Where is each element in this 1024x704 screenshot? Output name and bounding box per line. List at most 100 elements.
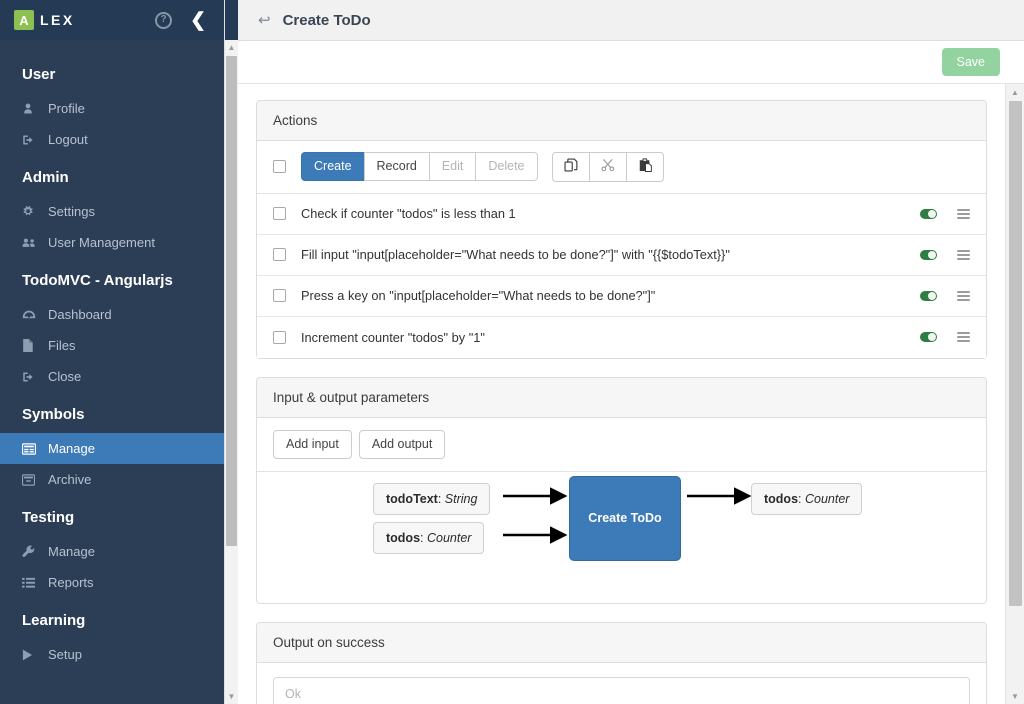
sidebar-section-header: TodoMVC - Angularjs (22, 272, 173, 289)
action-row[interactable]: Increment counter "todos" by "1" (257, 316, 986, 358)
sidebar-item-label: Settings (48, 204, 95, 219)
input-param-sep: : (437, 491, 445, 506)
create-button[interactable]: Create (301, 152, 365, 182)
sidebar-item-profile[interactable]: Profile (0, 93, 224, 124)
actions-panel: Actions Create Record Edit Delete Check if … (256, 100, 987, 359)
sidebar-item-files[interactable]: Files (0, 330, 224, 361)
play-icon (22, 649, 48, 661)
select-all-checkbox[interactable] (273, 160, 286, 174)
sidebar-section-header: Symbols (22, 406, 85, 423)
delete-button: Delete (475, 152, 538, 182)
sidebar-item-label: Profile (48, 101, 85, 116)
list-panel-icon (22, 442, 48, 455)
sidebar: A LEX ? ❮ User Profile Logout Admin Settings… (0, 0, 224, 704)
drag-handle-icon[interactable] (957, 332, 970, 343)
edit-button: Edit (428, 152, 477, 182)
sidebar-section-header: Admin (22, 169, 69, 186)
sidebar-item-label: Logout (48, 132, 88, 147)
sidebar-scrollbar[interactable]: ▲ ▼ (224, 0, 238, 704)
output-param-sep: : (798, 491, 805, 506)
scroll-up-arrow-icon[interactable]: ▲ (1006, 84, 1024, 100)
sign-out-icon (22, 134, 48, 146)
sidebar-item-label: User Management (48, 235, 155, 250)
sidebar-item-manage[interactable]: Manage (0, 433, 224, 464)
action-enabled-toggle[interactable] (920, 208, 937, 219)
wrench-icon (22, 545, 48, 558)
save-button[interactable]: Save (941, 48, 1000, 76)
action-row-checkbox[interactable] (273, 207, 286, 221)
drag-handle-icon[interactable] (957, 290, 970, 301)
page-title: Create ToDo (282, 11, 371, 29)
symbol-node[interactable]: Create ToDo (569, 475, 681, 561)
input-param-name: todos (386, 530, 421, 545)
sidebar-item-setup[interactable]: Setup (0, 639, 224, 670)
add-output-button[interactable]: Add output (358, 429, 446, 459)
add-input-button[interactable]: Add input (273, 429, 352, 459)
sidebar-nav: User Profile Logout Admin Settings User Manag… (0, 40, 224, 704)
input-param-node[interactable]: todos: Counter (373, 521, 485, 554)
action-row[interactable]: Fill input "input[placeholder="What need… (257, 234, 986, 276)
sidebar-item-logout[interactable]: Logout (0, 124, 224, 155)
scroll-area: Actions Create Record Edit Delete Check if … (238, 84, 1024, 704)
output-success-title: Output on success (257, 622, 986, 663)
io-panel-title: Input & output parameters (257, 377, 986, 418)
sidebar-item-label: Reports (48, 575, 94, 590)
back-arrow-icon[interactable]: ↩ (258, 13, 271, 28)
sidebar-item-label: Setup (48, 647, 82, 662)
sidebar-item-label: Manage (48, 441, 95, 456)
actions-list: Check if counter "todos" is less than 1 F… (257, 193, 986, 358)
sidebar-section-header: Testing (22, 509, 75, 526)
action-enabled-toggle[interactable] (920, 332, 937, 343)
page-content: Actions Create Record Edit Delete Check if … (238, 84, 1005, 704)
sidebar-item-close[interactable]: Close (0, 361, 224, 392)
action-enabled-toggle[interactable] (920, 249, 937, 260)
brand-header: A LEX ? ❮ (0, 0, 224, 40)
io-panel: Input & output parameters Add input Add … (256, 376, 987, 604)
action-row-label: Check if counter "todos" is less than 1 (301, 206, 516, 222)
sidebar-item-archive[interactable]: Archive (0, 464, 224, 495)
record-button[interactable]: Record (363, 152, 430, 182)
action-row[interactable]: Check if counter "todos" is less than 1 (257, 193, 986, 235)
scroll-up-arrow-icon[interactable]: ▲ (225, 40, 238, 55)
action-row-controls (920, 290, 970, 301)
action-row-checkbox[interactable] (273, 330, 286, 344)
cut-scissors-icon[interactable] (588, 152, 627, 182)
sidebar-item-manage[interactable]: Manage (0, 536, 224, 567)
copy-icon[interactable] (551, 152, 590, 182)
sidebar-item-user-management[interactable]: User Management (0, 227, 224, 258)
io-graph: todoText: String todos: Counter Create T… (257, 471, 986, 603)
drag-handle-icon[interactable] (957, 208, 970, 219)
action-row[interactable]: Press a key on "input[placeholder="What … (257, 275, 986, 317)
main-region: ↩ Create ToDo Save Actions Create Record E… (238, 0, 1024, 704)
output-success-input[interactable] (273, 676, 970, 704)
output-param-node[interactable]: todos: Counter (751, 482, 863, 515)
io-toolbar: Add input Add output (257, 418, 986, 472)
sidebar-section-header: Learning (22, 612, 86, 629)
chevron-left-icon[interactable]: ❮ (190, 11, 206, 30)
drag-handle-icon[interactable] (957, 249, 970, 260)
sidebar-item-settings[interactable]: Settings (0, 196, 224, 227)
action-row-checkbox[interactable] (273, 248, 286, 262)
scroll-down-arrow-icon[interactable]: ▼ (1006, 688, 1024, 704)
action-row-controls (920, 208, 970, 219)
action-row-controls (920, 249, 970, 260)
scroll-down-arrow-icon[interactable]: ▼ (225, 689, 238, 704)
input-param-node[interactable]: todoText: String (373, 482, 491, 515)
main-scrollbar-thumb[interactable] (1009, 101, 1022, 606)
sidebar-item-reports[interactable]: Reports (0, 567, 224, 598)
action-enabled-toggle[interactable] (920, 290, 937, 301)
actions-panel-title: Actions (257, 101, 986, 141)
main-scrollbar[interactable]: ▲ ▼ (1005, 84, 1024, 704)
input-param-sep: : (420, 530, 427, 545)
dashboard-icon (22, 309, 48, 321)
sidebar-scrollbar-thumb[interactable] (226, 56, 237, 546)
action-row-checkbox[interactable] (273, 289, 286, 303)
list-icon (22, 577, 48, 589)
action-bar: Save (238, 41, 1024, 84)
help-icon[interactable]: ? (155, 11, 173, 29)
actions-icon-button-group (551, 152, 664, 182)
output-success-panel: Output on success (256, 621, 987, 704)
sidebar-item-dashboard[interactable]: Dashboard (0, 299, 224, 330)
action-row-controls (920, 332, 970, 343)
paste-icon[interactable] (625, 152, 664, 182)
